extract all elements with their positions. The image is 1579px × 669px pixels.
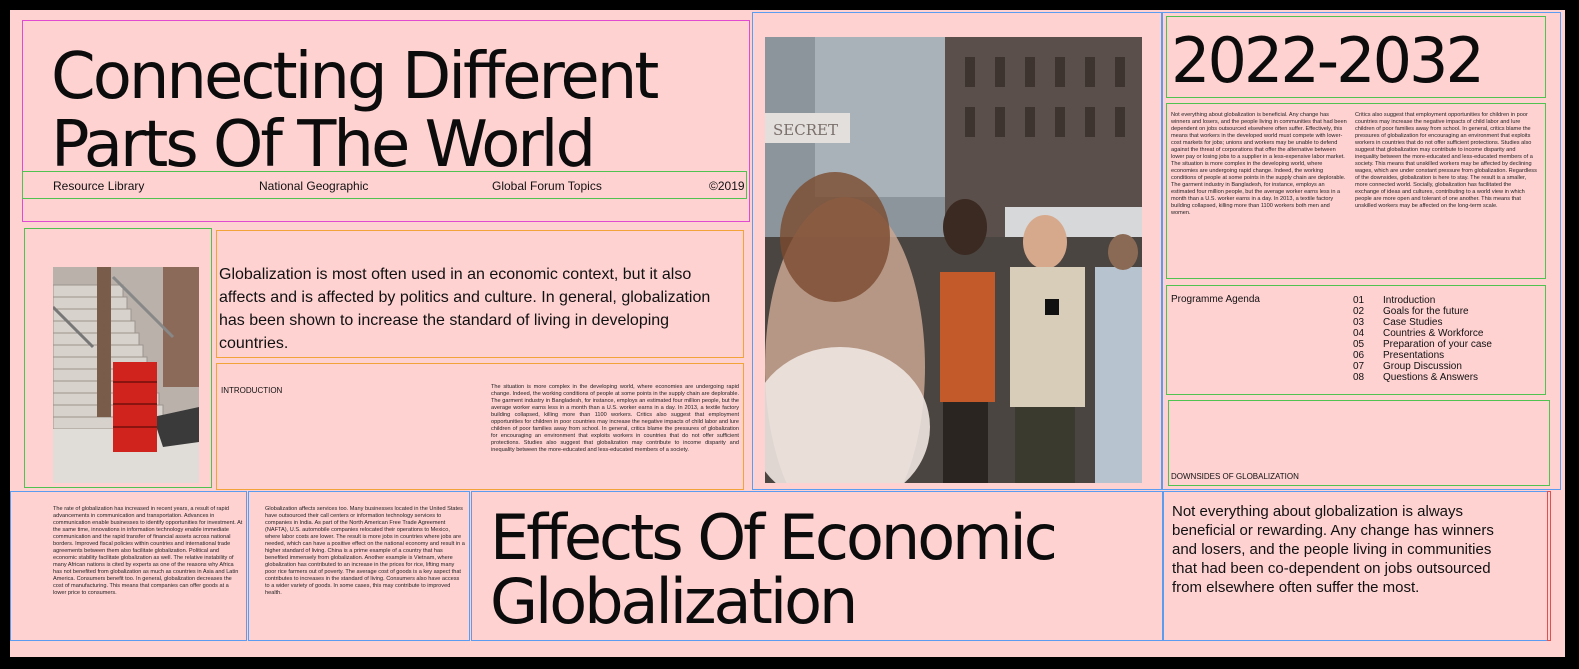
copyright-year: ©2019 <box>709 179 745 193</box>
agenda-list: 01 Introduction 02 Goals for the future 03… <box>1353 295 1492 383</box>
bottom-col1-box: The rate of globalization has increased … <box>10 491 247 641</box>
agenda-label: Programme Agenda <box>1171 294 1260 305</box>
nav-national-geographic[interactable]: National Geographic <box>259 179 368 193</box>
street-photo: SECRET <box>765 37 1142 483</box>
agenda-box: Programme Agenda 01 Introduction 02 Goals … <box>1166 285 1546 395</box>
page-title-line2: Parts Of The World <box>51 108 596 182</box>
years-heading: 2022-2032 <box>1171 24 1485 97</box>
text-column-b: Critics also suggest that employment opp… <box>1355 112 1537 209</box>
lead-paragraph: Globalization is most often used in an e… <box>219 266 711 352</box>
introduction-label: INTRODUCTION <box>221 386 283 395</box>
street-photo-frame: SECRET <box>752 12 1162 490</box>
introduction-box: INTRODUCTION The situation is more compl… <box>216 363 744 490</box>
quote-box: Not everything about globalization is al… <box>1163 491 1551 641</box>
red-crates <box>113 362 157 452</box>
effects-box: Effects Of Economic Globalization <box>471 491 1163 641</box>
poster-page: Connecting Different Parts Of The World … <box>10 10 1565 657</box>
columns-box: Not everything about globalization is be… <box>1166 103 1546 279</box>
introduction-body: The situation is more complex in the dev… <box>491 384 739 453</box>
bottom-text-col1: The rate of globalization has increased … <box>53 506 243 596</box>
bottom-text-col2: Globalization affects services too. Many… <box>265 506 465 596</box>
street-sign-text: SECRET <box>773 121 838 139</box>
lead-box: Globalization is most often used in an e… <box>216 230 744 358</box>
text-column-a: Not everything about globalization is be… <box>1171 112 1347 216</box>
nav-global-forum-topics[interactable]: Global Forum Topics <box>492 179 602 193</box>
downsides-label: DOWNSIDES OF GLOBALIZATION <box>1171 472 1299 481</box>
page-title-line1: Connecting Different <box>51 40 659 114</box>
nav-bar: Resource Library National Geographic Glo… <box>22 171 747 199</box>
bottom-col2-box: Globalization affects services too. Many… <box>248 491 470 641</box>
edge-divider <box>1547 491 1551 641</box>
effects-heading: Effects Of Economic Globalization <box>490 501 1058 638</box>
page-title: Connecting Different Parts Of The World <box>51 40 659 182</box>
years-box: 2022-2032 <box>1166 16 1546 98</box>
downsides-box: DOWNSIDES OF GLOBALIZATION <box>1168 400 1550 486</box>
effects-heading-line1: Effects Of Economic <box>490 501 1058 574</box>
stairs-photo <box>53 267 199 483</box>
quote-text: Not everything about globalization is al… <box>1172 503 1494 596</box>
nav-resource-library[interactable]: Resource Library <box>53 179 144 193</box>
stairs-photo-frame <box>24 228 212 488</box>
effects-heading-line2: Globalization <box>490 565 858 638</box>
